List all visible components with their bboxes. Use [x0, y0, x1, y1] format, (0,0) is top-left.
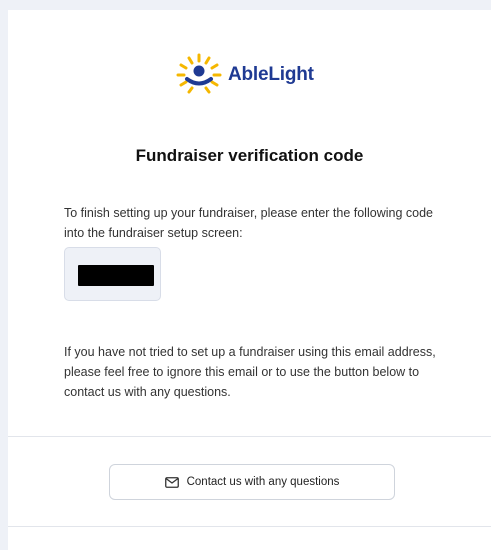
ablelight-sun-icon	[176, 53, 222, 94]
intro-text: To finish setting up your fundraiser, pl…	[64, 206, 433, 240]
email-card: AbleLight Fundraiser verification code T…	[8, 10, 491, 550]
ablelight-logo: AbleLight	[176, 48, 314, 102]
email-page: AbleLight Fundraiser verification code T…	[0, 0, 491, 550]
brand-name: AbleLight	[228, 64, 314, 85]
divider	[8, 526, 491, 527]
verification-code-box	[64, 247, 161, 301]
verification-code-redacted	[78, 265, 154, 286]
disclaimer-text: If you have not tried to set up a fundra…	[64, 345, 436, 399]
mail-icon	[164, 476, 179, 488]
email-title: Fundraiser verification code	[135, 146, 364, 165]
contact-us-label: Contact us with any questions	[186, 476, 340, 488]
contact-us-button[interactable]: Contact us with any questions	[109, 464, 395, 500]
divider	[8, 436, 491, 437]
